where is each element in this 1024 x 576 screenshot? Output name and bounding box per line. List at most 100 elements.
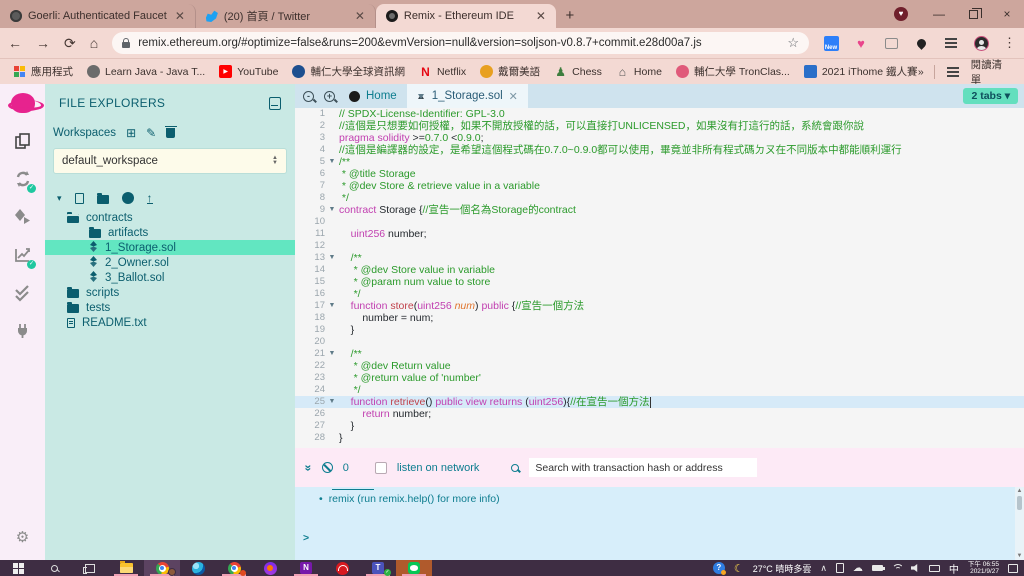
code-line-23[interactable]: 23 * @return value of 'number': [295, 372, 1024, 384]
action-center-icon[interactable]: [1008, 563, 1018, 573]
bookmark-star-icon[interactable]: ☆: [787, 35, 799, 51]
tree-item-tests[interactable]: tests: [45, 300, 295, 315]
edge-app[interactable]: [180, 560, 216, 576]
avast-browser-app[interactable]: [252, 560, 288, 576]
zoom-out-icon[interactable]: -: [303, 90, 314, 102]
code-line-12[interactable]: 12: [295, 240, 1024, 252]
scroll-thumb[interactable]: [1017, 496, 1022, 510]
extension-heart-icon[interactable]: ♥: [853, 35, 869, 51]
start-button[interactable]: [0, 560, 36, 576]
code-line-27[interactable]: 27 }: [295, 420, 1024, 432]
tab-home[interactable]: Home: [339, 84, 407, 108]
profile-avatar[interactable]: [973, 35, 989, 51]
extension-new-icon[interactable]: New: [823, 35, 839, 51]
code-line-13[interactable]: 13 ▼ /**: [295, 252, 1024, 264]
maximize-button[interactable]: [956, 0, 990, 28]
fold-marker[interactable]: ▼: [325, 300, 339, 312]
clipped-link[interactable]: [332, 487, 374, 490]
book-icon[interactable]: [269, 96, 281, 110]
terminal-search-input[interactable]: [529, 458, 758, 477]
bookmark-5[interactable]: N Netflix: [412, 65, 473, 79]
terminal-output[interactable]: • remix (run remix.help() for more info) …: [295, 487, 1024, 560]
reload-button[interactable]: ⟳: [64, 36, 76, 50]
reading-list-button[interactable]: 閱讀清單: [971, 57, 1012, 87]
browser-profile-icon[interactable]: ♥: [894, 7, 908, 21]
new-file-icon[interactable]: [74, 192, 84, 204]
home-button[interactable]: ⌂: [90, 36, 98, 50]
code-line-24[interactable]: 24 */: [295, 384, 1024, 396]
file-explorer-app[interactable]: [108, 560, 144, 576]
clear-console-icon[interactable]: [321, 462, 333, 473]
tab-close-icon[interactable]: ✕: [353, 9, 367, 23]
code-line-4[interactable]: 4 //這個是編譯器的設定，是希望這個程式碼在0.7.0~0.9.0都可以使用，畢…: [295, 144, 1024, 156]
plugin-manager-icon[interactable]: [0, 312, 45, 350]
tree-item-contracts[interactable]: contracts: [45, 210, 295, 225]
terminal-scrollbar[interactable]: ▲ ▼: [1015, 487, 1024, 560]
code-line-17[interactable]: 17 ▼ function store(uint256 num) public {…: [295, 300, 1024, 312]
deploy-run-icon[interactable]: [0, 198, 45, 236]
onedrive-cloud-icon[interactable]: ☁: [853, 563, 863, 574]
bookmark-8[interactable]: ⌂ Home: [609, 65, 669, 79]
code-line-10[interactable]: 10: [295, 216, 1024, 228]
tab-close-icon[interactable]: ✕: [534, 9, 548, 23]
search-button[interactable]: [36, 560, 72, 576]
fold-marker[interactable]: ▼: [325, 204, 339, 216]
touch-keyboard-icon[interactable]: [928, 564, 940, 572]
rename-workspace-icon[interactable]: ✎: [146, 126, 156, 140]
address-bar[interactable]: remix.ethereum.org/#optimize=false&runs=…: [112, 32, 809, 54]
terminal-collapse-icon[interactable]: »: [301, 464, 315, 471]
collapse-caret-icon[interactable]: ▾: [57, 193, 62, 204]
ime-indicator[interactable]: 中: [949, 561, 959, 576]
file-explorer-icon[interactable]: [0, 122, 45, 160]
code-line-3[interactable]: 3 pragma solidity >=0.7.0 <0.9.0;: [295, 132, 1024, 144]
bookmark-9[interactable]: 輔仁大學 TronClas...: [669, 64, 797, 79]
tree-item-3-ballot-sol[interactable]: 3_Ballot.sol: [45, 270, 295, 285]
code-line-2[interactable]: 2 //這個是只想要如何授權，如果不開放授權的話，可以直接打UNLICENSED，…: [295, 120, 1024, 132]
code-line-8[interactable]: 8 */: [295, 192, 1024, 204]
code-editor[interactable]: 1 // SPDX-License-Identifier: GPL-3.0 2 //這…: [295, 108, 1024, 448]
extensions-list-icon[interactable]: [943, 35, 959, 51]
wifi-icon[interactable]: [892, 564, 902, 572]
bookmark-10[interactable]: 2021 iThome 鐵人賽: [797, 64, 918, 79]
code-line-20[interactable]: 20: [295, 336, 1024, 348]
remix-logo[interactable]: [0, 84, 45, 122]
github-icon[interactable]: [121, 192, 134, 204]
code-line-28[interactable]: 28}: [295, 432, 1024, 444]
tree-item-1-storage-sol[interactable]: 1_Storage.sol: [45, 240, 295, 255]
static-analysis-icon[interactable]: [0, 274, 45, 312]
tabs-count-dropdown[interactable]: 2 tabs ▾: [963, 88, 1018, 104]
tree-item-scripts[interactable]: scripts: [45, 285, 295, 300]
close-button[interactable]: ×: [990, 0, 1024, 28]
close-tab-icon[interactable]: ✕: [509, 90, 518, 103]
bookmark-6[interactable]: 戴爾美語: [473, 64, 547, 79]
bookmark-4[interactable]: 輔仁大學全球資訊網: [285, 64, 412, 79]
bookmark-7[interactable]: ♟ Chess: [547, 65, 609, 79]
workspace-select[interactable]: default_workspace ▲ ▼: [53, 148, 287, 174]
phone-link-icon[interactable]: [835, 563, 844, 573]
taskbar-clock[interactable]: 下午 06:55 2021/9/27: [968, 561, 999, 576]
fold-marker[interactable]: ▼: [325, 348, 339, 360]
trend-micro-app[interactable]: [324, 560, 360, 576]
code-line-11[interactable]: 11 uint256 number;: [295, 228, 1024, 240]
delete-workspace-icon[interactable]: [164, 125, 177, 138]
code-line-26[interactable]: 26 return number;: [295, 408, 1024, 420]
tree-item-2-owner-sol[interactable]: 2_Owner.sol: [45, 255, 295, 270]
fold-marker[interactable]: ▼: [325, 252, 339, 264]
create-workspace-icon[interactable]: ⊞: [126, 126, 136, 140]
upload-file-icon[interactable]: ↑: [146, 192, 153, 204]
bookmark-2[interactable]: Learn Java - Java T...: [80, 65, 212, 78]
browser-tab-2[interactable]: (20) 首頁 / Twitter ✕: [196, 4, 376, 28]
code-line-15[interactable]: 15 * @param num value to store: [295, 276, 1024, 288]
chrome-profile-1[interactable]: [144, 560, 180, 576]
task-view-button[interactable]: [72, 560, 108, 576]
url-text[interactable]: remix.ethereum.org/#optimize=false&runs=…: [138, 37, 779, 49]
code-line-25[interactable]: 25 ▼ function retrieve() public view retu…: [295, 396, 1024, 408]
minimize-button[interactable]: —: [922, 0, 956, 28]
terminal-prompt[interactable]: >: [303, 532, 309, 544]
browser-menu-icon[interactable]: ⋮: [1003, 35, 1016, 51]
weather-widget[interactable]: 27°C 晴時多雲: [753, 562, 812, 575]
code-line-19[interactable]: 19 }: [295, 324, 1024, 336]
new-tab-button[interactable]: +: [560, 6, 580, 26]
code-line-5[interactable]: 5 ▼/**: [295, 156, 1024, 168]
code-line-1[interactable]: 1 // SPDX-License-Identifier: GPL-3.0: [295, 108, 1024, 120]
